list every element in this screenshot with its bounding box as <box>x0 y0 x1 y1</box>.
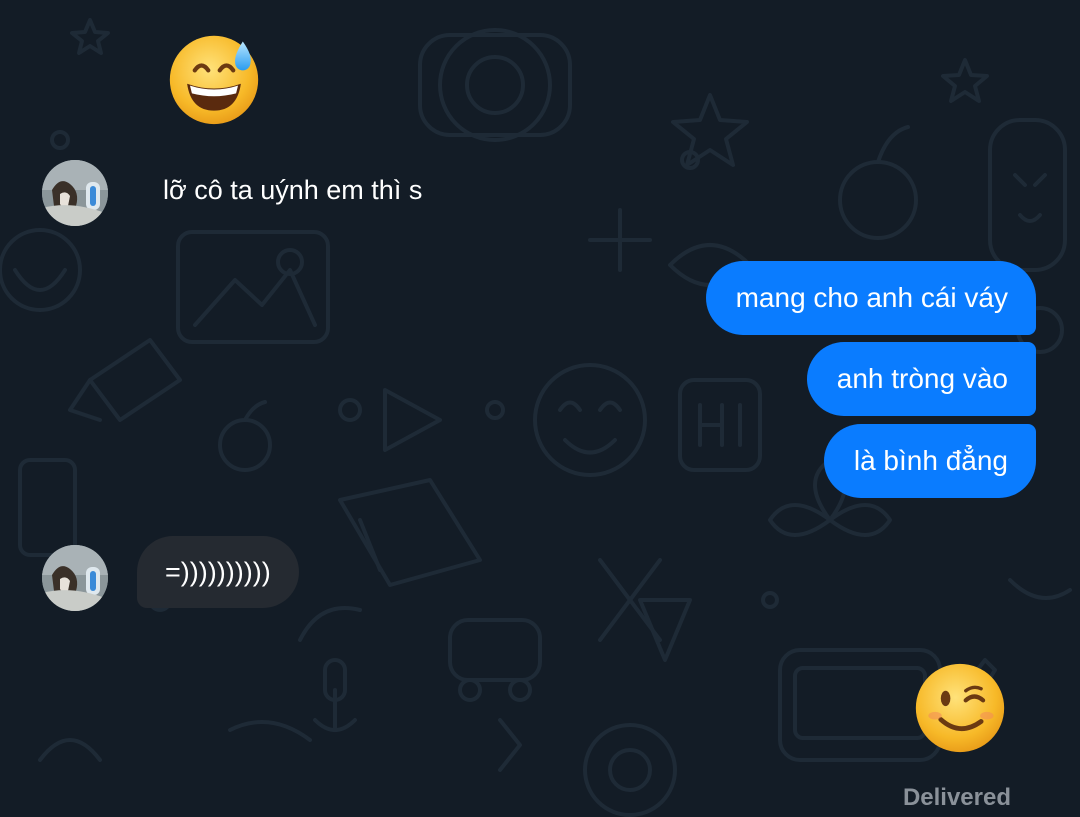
avatar[interactable] <box>42 545 108 611</box>
outgoing-message-bubble[interactable]: là bình đẳng <box>823 424 1036 498</box>
incoming-message-bubble[interactable]: =)))))))))) <box>137 536 299 608</box>
avatar-image <box>42 160 108 226</box>
avatar-image <box>42 545 108 611</box>
winking-face-icon <box>915 663 1005 753</box>
chat-thread: lỡ cô ta uýnh em thì s mang cho anh cái … <box>0 0 1080 817</box>
avatar[interactable] <box>42 160 108 226</box>
outgoing-message-bubble[interactable]: mang cho anh cái váy <box>705 261 1036 335</box>
delivery-status: Delivered <box>902 784 1011 811</box>
incoming-message-text: lỡ cô ta uýnh em thì s <box>163 175 423 205</box>
grinning-face-with-sweat-icon <box>169 35 259 125</box>
outgoing-message-bubble[interactable]: anh tròng vào <box>806 342 1036 416</box>
